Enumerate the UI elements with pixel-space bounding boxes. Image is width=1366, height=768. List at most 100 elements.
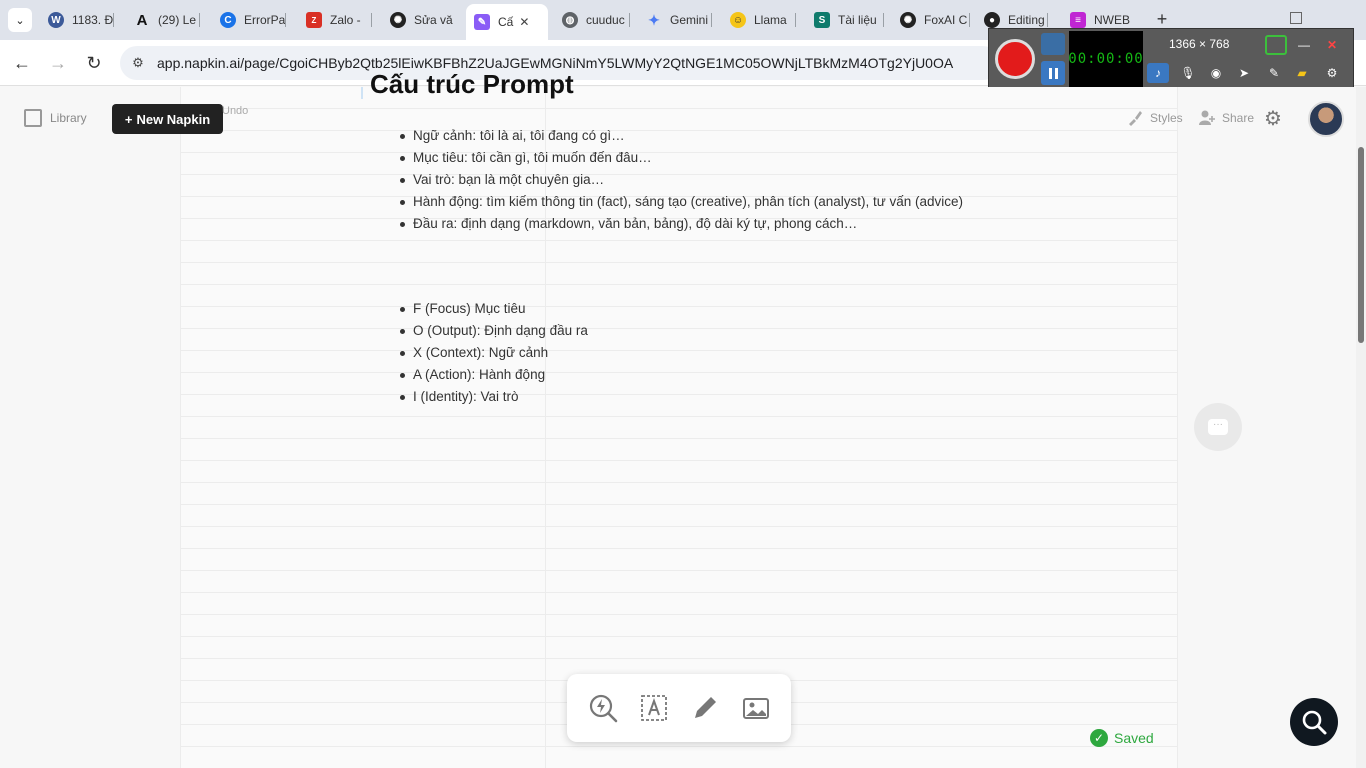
text-frame-icon: [640, 695, 667, 721]
close-tab-icon[interactable]: ✕: [519, 15, 529, 29]
close-icon[interactable]: ✕: [1321, 35, 1343, 55]
sharepoint-icon: S: [814, 12, 830, 28]
recording-resolution: 1366 × 768: [1169, 37, 1230, 51]
c-logo-icon: C: [220, 12, 236, 28]
arrow-left-icon: ←: [13, 53, 31, 73]
screenshot-camera-icon[interactable]: [1041, 33, 1065, 55]
tab-label: NWEB: [1094, 13, 1130, 27]
list-item[interactable]: Hành động: tìm kiếm thông tin (fact), sá…: [400, 191, 973, 213]
reload-icon: ↻: [86, 53, 102, 73]
tab-label: Editing: [1008, 13, 1045, 27]
recording-timer: 00:00:00: [1068, 31, 1143, 87]
saved-label: Saved: [1114, 730, 1154, 746]
list-item[interactable]: Vai trò: bạn là một chuyên gia…: [400, 169, 973, 191]
folder-icon[interactable]: ▰: [1291, 63, 1313, 83]
tab-label: Sửa vă: [414, 13, 453, 27]
webcam-icon[interactable]: ◉: [1205, 63, 1227, 83]
bullet-list-foxai[interactable]: F (Focus) Mục tiêu O (Output): Định dạng…: [400, 298, 973, 408]
bullet-list-components[interactable]: Ngữ cảnh: tôi là ai, tôi đang có gì… Mục…: [400, 125, 973, 235]
llama-icon: ☺: [730, 12, 746, 28]
tab-3[interactable]: C ErrorPa: [220, 6, 286, 34]
new-napkin-button[interactable]: + New Napkin: [112, 104, 223, 134]
list-item[interactable]: I (Identity): Vai trò: [400, 386, 973, 408]
check-circle-icon: ✓: [1090, 729, 1108, 747]
plus-icon: +: [1156, 9, 1168, 29]
tab-label: FoxAI C: [924, 13, 968, 27]
share-label: Share: [1222, 111, 1255, 125]
styles-button[interactable]: Styles: [1126, 109, 1183, 127]
wordpress-icon: W: [48, 12, 64, 28]
pen-icon[interactable]: ✎: [1263, 63, 1285, 83]
draw-button[interactable]: [687, 690, 723, 726]
pause-button[interactable]: [1041, 61, 1065, 85]
generate-visual-button[interactable]: [585, 690, 621, 726]
region-select-icon[interactable]: [1265, 35, 1287, 55]
github-icon: ●: [984, 12, 1000, 28]
site-settings-icon[interactable]: ⚙: [130, 55, 146, 71]
tab-2[interactable]: A (29) Le: [134, 6, 200, 34]
reload-button[interactable]: ↻: [82, 51, 106, 75]
tab-5[interactable]: ✺ Sửa vă: [390, 6, 456, 34]
tab-7[interactable]: ◍ cuuduc: [562, 6, 630, 34]
window-restore-icon[interactable]: [1290, 12, 1302, 24]
tab-9[interactable]: ☺ Llama: [730, 6, 796, 34]
add-person-icon: [1199, 110, 1215, 125]
chevron-down-icon: ⌄: [15, 14, 25, 27]
list-item[interactable]: O (Output): Định dạng đầu ra: [400, 320, 973, 342]
share-button[interactable]: Share: [1198, 109, 1254, 127]
insert-image-button[interactable]: [738, 690, 774, 726]
library-label: Library: [50, 111, 87, 125]
gemini-sparkle-icon: ✦: [648, 11, 660, 28]
settings-gear-icon[interactable]: ⚙: [1264, 106, 1282, 131]
tab-10[interactable]: S Tài liệu: [814, 6, 884, 34]
tab-11[interactable]: ✺ FoxAI C: [900, 6, 970, 34]
new-napkin-label: New Napkin: [136, 111, 211, 127]
tab-1[interactable]: W 1183. Đ: [48, 6, 114, 34]
undo-button[interactable]: Undo: [222, 105, 248, 117]
list-item[interactable]: Đầu ra: định dạng (markdown, văn bản, bả…: [400, 213, 973, 235]
napkin-app: Cấu trúc Prompt Library + New Napkin Und…: [0, 69, 1366, 768]
minimize-icon[interactable]: —: [1293, 35, 1315, 55]
tab-4[interactable]: Z Zalo -: [306, 6, 372, 34]
tab-label: Llama: [754, 13, 787, 27]
letter-a-icon: A: [136, 11, 148, 29]
plus-icon: +: [124, 111, 133, 127]
tab-label: Gemini: [670, 13, 709, 27]
cursor-icon[interactable]: ➤: [1233, 63, 1255, 83]
bottom-toolbar: [567, 674, 791, 742]
stack-icon: ≡: [1070, 12, 1086, 28]
tab-label: 1183. Đ: [72, 13, 114, 27]
tab-8[interactable]: ✦ Gemini: [646, 6, 712, 34]
tab-active[interactable]: ✎ Cấ ✕: [466, 4, 548, 40]
avatar[interactable]: [1308, 101, 1344, 137]
library-button[interactable]: Library: [24, 109, 87, 127]
saved-status: ✓ Saved: [1090, 729, 1154, 747]
feedback-chat-button[interactable]: ···: [1194, 403, 1242, 451]
microphone-icon[interactable]: 🎙: [1177, 63, 1199, 83]
list-item[interactable]: A (Action): Hành động: [400, 364, 973, 386]
page-title[interactable]: Cấu trúc Prompt: [370, 69, 574, 100]
list-item[interactable]: Ngữ cảnh: tôi là ai, tôi đang có gì…: [400, 125, 973, 147]
speaker-icon[interactable]: ♪: [1147, 63, 1169, 83]
tab-label: ErrorPa: [244, 13, 286, 27]
image-icon: [742, 698, 769, 719]
tab-label: Tài liệu: [838, 13, 877, 27]
lightning-search-icon: [589, 694, 617, 723]
list-item[interactable]: X (Context): Ngữ cảnh: [400, 342, 973, 364]
back-button[interactable]: ←: [10, 51, 34, 75]
tab-label: cuuduc: [586, 13, 625, 27]
tab-label: (29) Le: [158, 13, 197, 27]
library-icon: [24, 109, 42, 127]
search-fab-button[interactable]: [1290, 698, 1338, 746]
settings-gear-icon[interactable]: ⚙: [1321, 63, 1343, 83]
tab-search-button[interactable]: ⌄: [8, 8, 32, 32]
forward-button[interactable]: →: [46, 51, 70, 75]
list-item[interactable]: Mục tiêu: tôi cần gì, tôi muốn đến đâu…: [400, 147, 973, 169]
text-box-button[interactable]: [636, 690, 672, 726]
tab-label: Cấ: [498, 15, 514, 29]
openai-icon: ✺: [390, 12, 406, 28]
scrollbar-thumb[interactable]: [1358, 147, 1364, 343]
list-item[interactable]: F (Focus) Mục tiêu: [400, 298, 973, 320]
record-button[interactable]: [995, 39, 1035, 79]
screen-recorder-panel: 00:00:00 1366 × 768 — ✕ ♪ 🎙 ◉ ➤ ✎ ▰ ⚙: [988, 28, 1354, 88]
